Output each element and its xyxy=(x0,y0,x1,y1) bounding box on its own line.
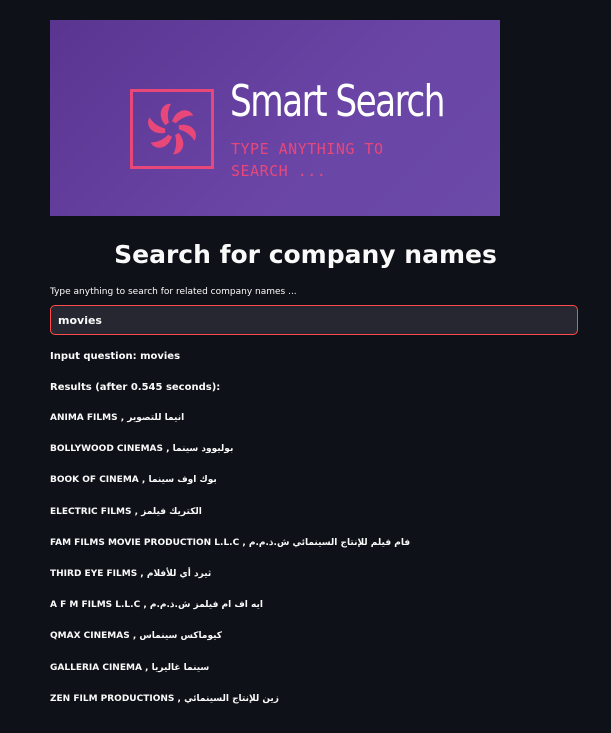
result-item: GALLERIA CINEMA , سينما غاليريا xyxy=(50,662,210,673)
input-question-text: Input question: movies xyxy=(50,351,181,362)
result-item: QMAX CINEMAS , كيوماكس سينماس xyxy=(50,631,222,642)
results-list: ANIMA FILMS , انيما للتصوير BOLLYWOOD CI… xyxy=(50,413,410,725)
aperture-logo-icon xyxy=(130,89,214,169)
result-item: BOLLYWOOD CINEMAS , بوليوود سينما xyxy=(50,444,234,455)
result-item: A F M FILMS L.L.C , ايه اف ام فيلمز ش.ذ.… xyxy=(50,600,263,611)
result-item: BOOK OF CINEMA , بوك اوف سينما xyxy=(50,475,217,486)
result-item: ELECTRIC FILMS , الكتريك فيلمز xyxy=(50,506,202,517)
banner-title: Smart Search xyxy=(230,76,445,127)
search-input[interactable] xyxy=(50,305,578,335)
result-item: THIRD EYE FILMS , ثيرد أي للأفلام xyxy=(50,568,212,579)
smart-search-banner: Smart Search TYPE ANYTHING TO SEARCH ... xyxy=(50,20,500,216)
result-item: ANIMA FILMS , انيما للتصوير xyxy=(50,413,185,423)
banner-subtitle: TYPE ANYTHING TO SEARCH ... xyxy=(231,140,384,180)
results-summary-text: Results (after 0.545 seconds): xyxy=(50,382,221,393)
result-item: FAM FILMS MOVIE PRODUCTION L.L.C , فام ف… xyxy=(50,537,411,548)
result-item: ZEN FILM PRODUCTIONS , زين للإنتاج السين… xyxy=(50,693,279,704)
page-title: Search for company names xyxy=(114,240,497,269)
search-input-label: Type anything to search for related comp… xyxy=(50,287,297,297)
